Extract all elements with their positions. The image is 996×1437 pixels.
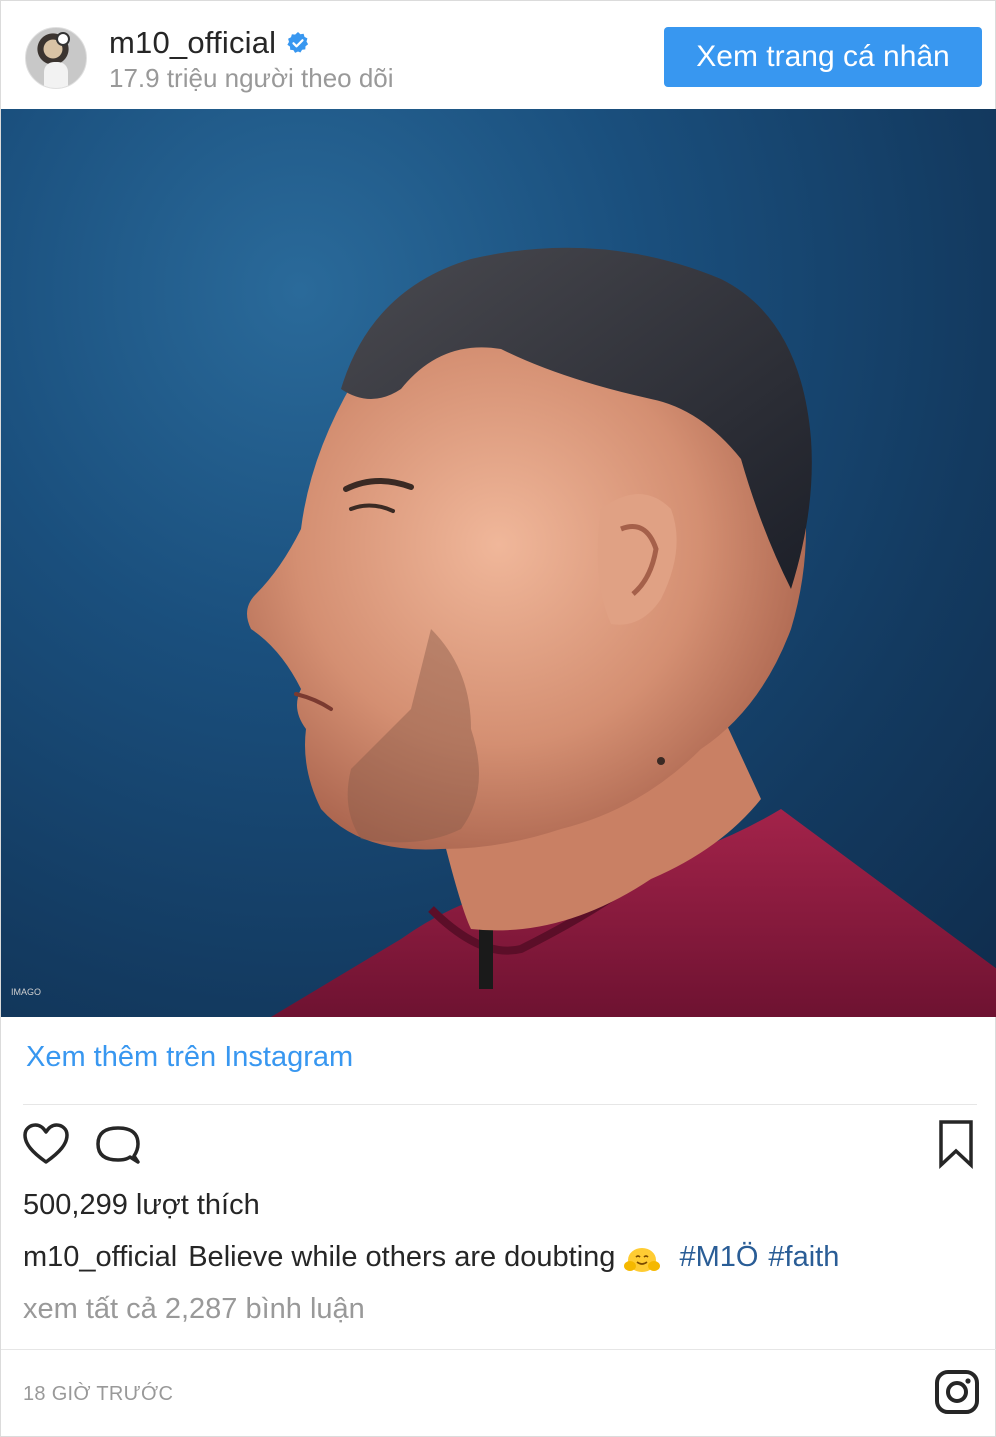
- verified-badge-icon: [286, 31, 310, 55]
- like-count[interactable]: 500,299 lượt thích: [23, 1189, 260, 1222]
- view-all-comments-link[interactable]: xem tất cả 2,287 bình luận: [23, 1293, 365, 1326]
- portrait-illustration: [247, 247, 996, 1017]
- instagram-embed-card: m10_official 17.9 triệu người theo dõi X…: [0, 0, 996, 1437]
- post-timestamp: 18 GIỜ TRƯỚC: [23, 1383, 174, 1405]
- avatar-ball: [56, 32, 70, 46]
- comment-bubble-icon[interactable]: [93, 1116, 143, 1172]
- action-bar: [1, 1116, 996, 1176]
- caption-text: Believe while others are doubting: [188, 1241, 616, 1273]
- heart-icon[interactable]: [21, 1116, 71, 1172]
- bookmark-icon[interactable]: [931, 1116, 981, 1172]
- divider: [1, 1349, 996, 1350]
- avatar-figure: [44, 62, 68, 88]
- caption-author[interactable]: m10_official: [23, 1241, 177, 1274]
- username[interactable]: m10_official: [109, 25, 276, 61]
- caption: m10_official Believe while others are do…: [23, 1241, 849, 1274]
- photo-watermark: IMAGO: [11, 987, 42, 997]
- divider: [23, 1104, 977, 1105]
- post-header: m10_official 17.9 triệu người theo dõi X…: [1, 1, 996, 109]
- hashtag-m10[interactable]: #M1Ö: [679, 1241, 758, 1274]
- view-profile-button[interactable]: Xem trang cá nhân: [664, 27, 982, 87]
- view-more-on-instagram-link[interactable]: Xem thêm trên Instagram: [26, 1041, 353, 1074]
- follower-count: 17.9 triệu người theo dõi: [109, 63, 394, 93]
- avatar[interactable]: [25, 27, 87, 89]
- hugging-face-emoji-icon: [623, 1243, 661, 1273]
- hashtag-faith[interactable]: #faith: [768, 1241, 839, 1274]
- instagram-logo-icon[interactable]: [934, 1369, 980, 1415]
- post-photo[interactable]: IMAGO: [1, 109, 996, 1017]
- username-row: m10_official: [109, 25, 310, 61]
